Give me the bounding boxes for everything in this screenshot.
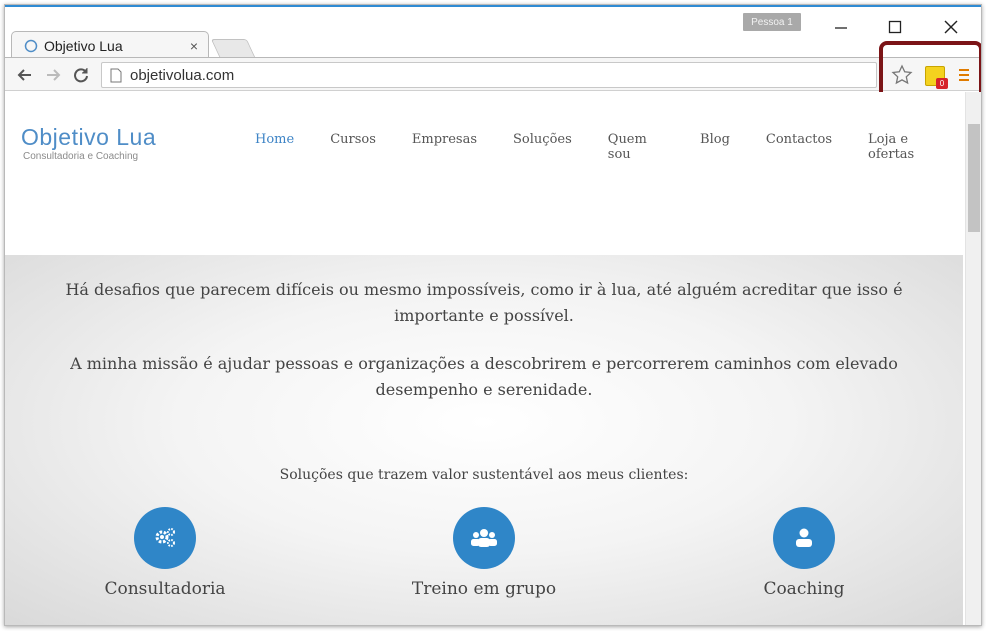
page-icon [110, 68, 122, 82]
nav-item-home[interactable]: Home [237, 132, 312, 162]
group-icon [471, 529, 497, 547]
logo-subtitle: Consultadoria e Coaching [23, 151, 139, 162]
close-window-button[interactable] [929, 13, 973, 41]
new-tab-button[interactable] [210, 39, 256, 57]
solution-circle [773, 507, 835, 569]
maximize-button[interactable] [873, 13, 917, 41]
nav-item-loja[interactable]: Loja e ofertas [850, 132, 963, 162]
nav-item-cursos[interactable]: Cursos [312, 132, 394, 162]
address-bar[interactable]: objetivolua.com [101, 62, 877, 88]
solution-label: Treino em grupo [411, 579, 557, 599]
arrow-left-icon [17, 69, 31, 81]
browser-window: Objetivo Lua × Pessoa 1 objetivolua.com [4, 4, 982, 626]
profile-badge[interactable]: Pessoa 1 [743, 13, 801, 31]
page-viewport: Objetivo Lua Consultadoria e Coaching Ho… [5, 92, 981, 625]
reload-button[interactable] [71, 65, 91, 85]
solution-circle [134, 507, 196, 569]
hero-section: Há desafios que parecem difíceis ou mesm… [5, 255, 963, 625]
minimize-button[interactable] [819, 13, 863, 41]
site-header: Objetivo Lua Consultadoria e Coaching Ho… [5, 92, 963, 255]
browser-toolbar: objetivolua.com 0 [5, 57, 981, 91]
minimize-icon [835, 27, 847, 29]
chrome-menu-icon[interactable] [959, 67, 973, 83]
solution-circle [453, 507, 515, 569]
moon-favicon-icon [24, 39, 38, 52]
nav-item-contactos[interactable]: Contactos [748, 132, 850, 162]
bookmark-star-icon[interactable] [891, 64, 913, 86]
extension-icon[interactable]: 0 [925, 66, 948, 89]
url-text: objetivolua.com [130, 66, 235, 84]
back-button[interactable] [15, 65, 35, 85]
solution-coaching[interactable]: Coaching [694, 507, 914, 599]
tab-title: Objetivo Lua [44, 37, 123, 54]
logo-text: Objetivo Lua [21, 124, 157, 150]
nav-item-solucoes[interactable]: Soluções [495, 132, 590, 162]
solution-consultadoria[interactable]: Consultadoria [55, 507, 275, 599]
solution-treino-em-grupo[interactable]: Treino em grupo [374, 507, 594, 599]
solutions-title: Soluções que trazem valor sustentável ao… [279, 467, 689, 483]
nav-item-blog[interactable]: Blog [682, 132, 748, 162]
hero-paragraph-1: Há desafios que parecem difíceis ou mesm… [65, 280, 903, 325]
close-icon [944, 20, 958, 34]
gears-icon [155, 528, 175, 547]
extension-area: 0 [891, 64, 981, 89]
title-bar: Objetivo Lua × Pessoa 1 [5, 7, 981, 59]
scrollbar-thumb[interactable] [968, 124, 980, 232]
browser-tab[interactable]: Objetivo Lua × [11, 31, 209, 59]
forward-button[interactable] [43, 65, 63, 85]
nav-item-quem-sou[interactable]: Quem sou [590, 132, 682, 162]
tab-close-icon[interactable]: × [190, 38, 198, 54]
site-logo[interactable]: Objetivo Lua Consultadoria e Coaching [21, 124, 156, 162]
extension-badge: 0 [936, 78, 948, 89]
nav-item-empresas[interactable]: Empresas [394, 132, 495, 162]
arrow-right-icon [47, 69, 61, 81]
user-icon [796, 528, 812, 547]
site-nav: Home Cursos Empresas Soluções Quem sou B… [237, 132, 963, 162]
solution-label: Coaching [763, 579, 845, 599]
reload-icon [74, 68, 88, 83]
maximize-icon [888, 20, 902, 34]
page-scrollbar[interactable] [965, 92, 981, 625]
solution-label: Consultadoria [104, 579, 226, 599]
hero-paragraph-2: A minha missão é ajudar pessoas e organi… [70, 354, 898, 399]
